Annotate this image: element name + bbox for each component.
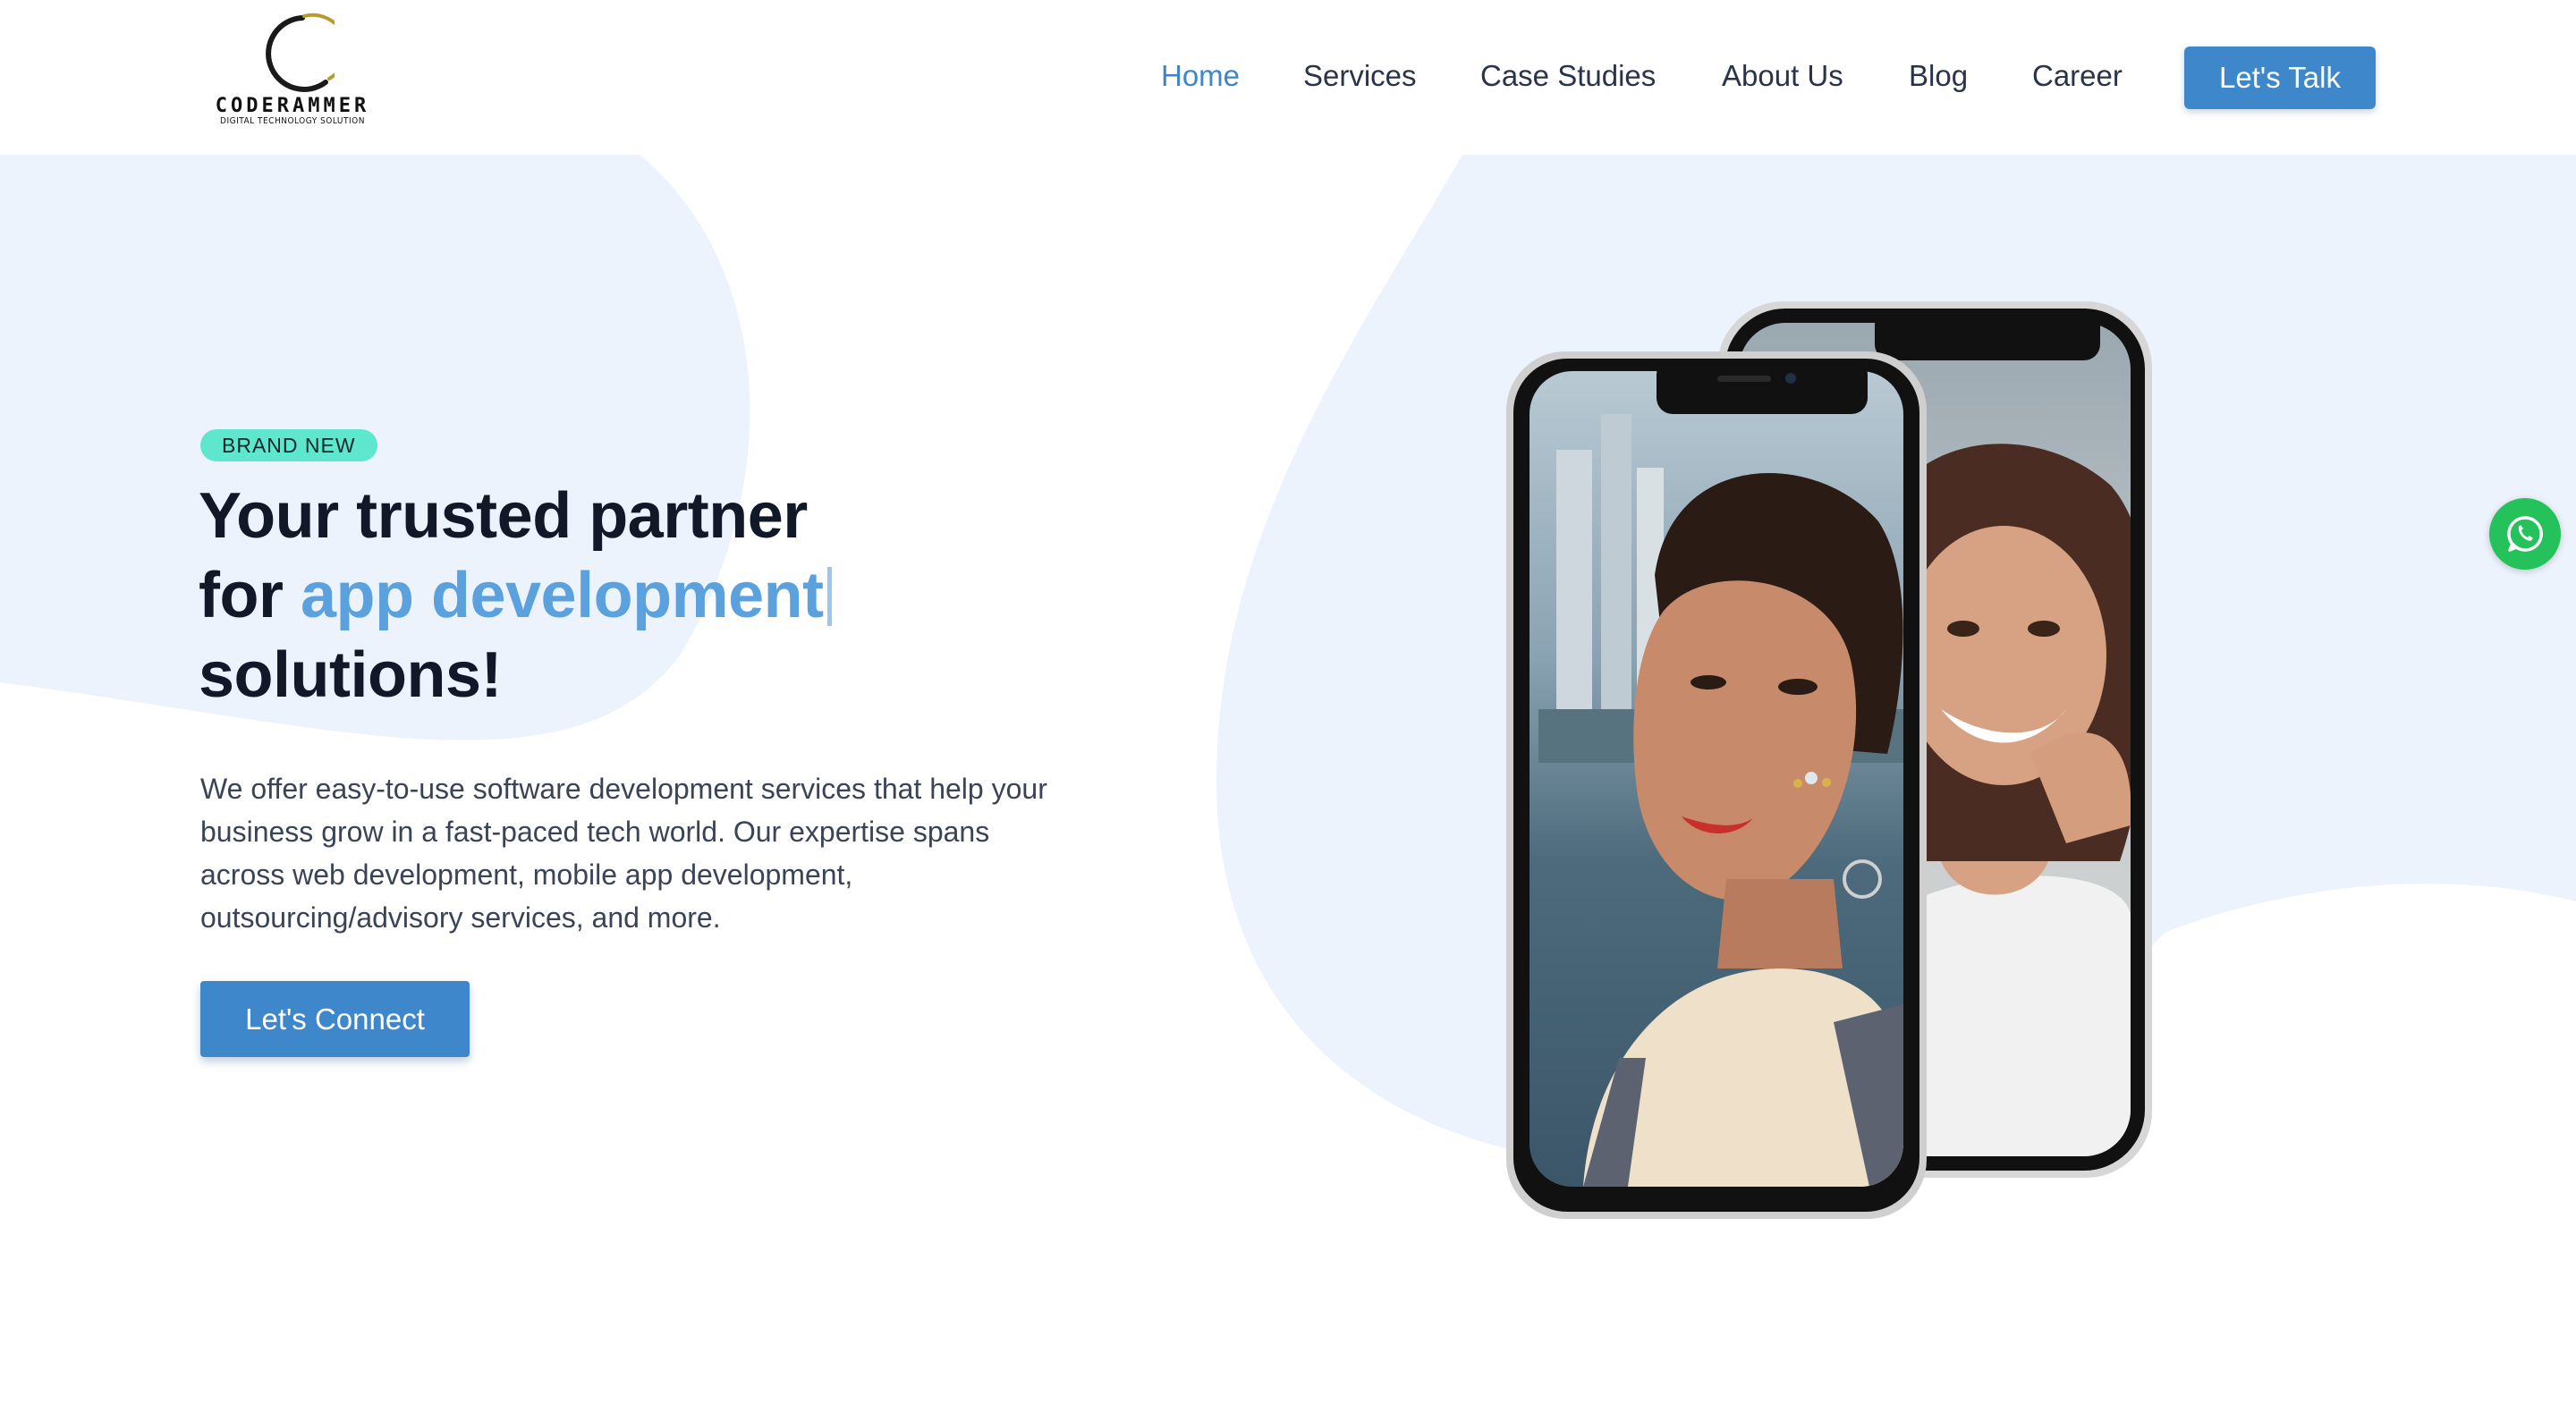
lets-talk-button[interactable]: Let's Talk — [2184, 47, 2376, 109]
brand-new-badge: BRAND NEW — [200, 429, 377, 461]
whatsapp-button[interactable] — [2489, 498, 2561, 570]
site-header: CODERAMMER DIGITAL TECHNOLOGY SOLUTION H… — [0, 0, 2576, 155]
hero-section: BRAND NEW Your trusted partner for app d… — [0, 155, 2576, 1404]
headline-line-3: solutions! — [199, 639, 502, 711]
nav-blog[interactable]: Blog — [1909, 59, 1968, 93]
typing-caret — [826, 567, 832, 626]
headline-line-2-prefix: for — [199, 560, 301, 631]
nav-case-studies[interactable]: Case Studies — [1480, 59, 1656, 93]
hero-headline: Your trusted partner for app development… — [199, 477, 1093, 715]
whatsapp-icon — [2507, 516, 2543, 552]
hero-description: We offer easy-to-use software developmen… — [200, 773, 1047, 934]
nav-services[interactable]: Services — [1303, 59, 1417, 93]
nav-home[interactable]: Home — [1161, 59, 1240, 93]
headline-line-1: Your trusted partner — [199, 480, 808, 552]
nav-about-us[interactable]: About Us — [1722, 59, 1843, 93]
headline-accent: app development — [300, 560, 824, 631]
main-nav: Home Services Case Studies About Us Blog… — [0, 0, 2576, 155]
nav-career[interactable]: Career — [2032, 59, 2123, 93]
lets-connect-button[interactable]: Let's Connect — [200, 981, 470, 1057]
phones-mockup-image — [1506, 301, 2152, 1219]
